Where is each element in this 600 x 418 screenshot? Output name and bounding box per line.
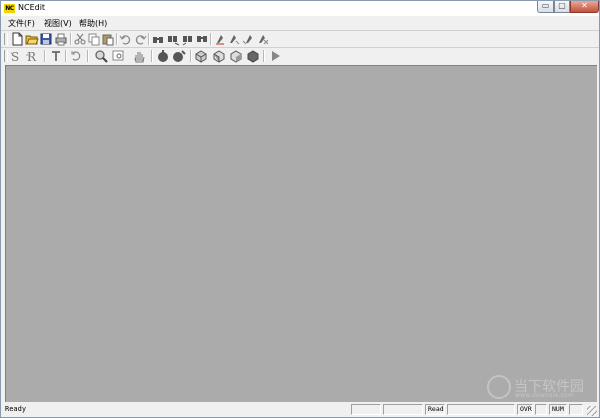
simulate-icon[interactable]: [156, 49, 170, 63]
zoom-window-icon[interactable]: [111, 49, 125, 63]
toolbar-separator: [116, 33, 118, 45]
view-front-icon[interactable]: [212, 49, 226, 63]
paste-icon[interactable]: [101, 32, 115, 46]
title-bar[interactable]: NC NCEdit ▭ ▢ ✕: [1, 1, 599, 16]
cnc-toolbar: S R: [1, 48, 599, 64]
menu-help[interactable]: 帮助(H): [79, 18, 107, 29]
close-button[interactable]: ✕: [570, 1, 599, 13]
svg-text:S: S: [11, 50, 19, 63]
menu-file[interactable]: 文件(F): [8, 18, 35, 29]
toolbar-separator: [190, 50, 192, 62]
cut-icon[interactable]: [73, 32, 87, 46]
status-pane-empty: [351, 404, 381, 415]
status-num: NUM: [549, 404, 567, 415]
app-logo-icon: NC: [4, 4, 15, 13]
status-bar: Ready Read OVR NUM: [1, 403, 599, 417]
toolbar-separator: [148, 33, 150, 45]
find-next-icon[interactable]: [166, 32, 180, 46]
undo-icon[interactable]: [119, 32, 133, 46]
toolbar-separator: [65, 50, 67, 62]
editor-workspace[interactable]: [5, 65, 597, 402]
menu-view[interactable]: 视图(V): [44, 18, 72, 29]
print-icon[interactable]: [54, 32, 68, 46]
simulate-step-icon[interactable]: [172, 49, 186, 63]
bookmark-toggle-icon[interactable]: [213, 32, 227, 46]
svg-text:R: R: [27, 50, 37, 63]
new-file-icon[interactable]: [10, 32, 24, 46]
watermark: 当下软件园 www.downxia.com: [487, 375, 597, 401]
standard-toolbar: [1, 31, 599, 47]
minimize-button[interactable]: ▭: [537, 1, 554, 13]
toolbar-grip[interactable]: [4, 33, 8, 45]
toolbar-separator: [210, 33, 212, 45]
rotate-icon[interactable]: [69, 49, 83, 63]
bookmark-prev-icon[interactable]: [241, 32, 255, 46]
view-top-icon[interactable]: [246, 49, 260, 63]
copy-icon[interactable]: [87, 32, 101, 46]
pan-hand-icon[interactable]: [132, 49, 146, 63]
redo-icon[interactable]: [133, 32, 147, 46]
status-pane-empty: [383, 404, 423, 415]
view-iso-icon[interactable]: [194, 49, 208, 63]
window-title: NCEdit: [18, 3, 46, 12]
bookmark-clear-icon[interactable]: [255, 32, 269, 46]
play-icon[interactable]: [268, 49, 282, 63]
toolbar-grip[interactable]: [4, 50, 8, 62]
syntax-check-icon[interactable]: S: [10, 49, 24, 63]
view-side-icon[interactable]: [229, 49, 243, 63]
toolbar-separator: [263, 50, 265, 62]
zoom-in-icon[interactable]: [94, 49, 108, 63]
tool-icon[interactable]: [49, 49, 63, 63]
status-ready-text: Ready: [5, 405, 27, 413]
toolbar-separator: [87, 50, 89, 62]
status-pane-empty: [447, 404, 515, 415]
app-window: NC NCEdit ▭ ▢ ✕ 文件(F) 视图(V) 帮助(H) S R 当下…: [0, 0, 600, 418]
watermark-url: www.downxia.com: [515, 392, 574, 399]
toolbar-separator: [70, 33, 72, 45]
open-folder-icon[interactable]: [25, 32, 39, 46]
menu-bar: 文件(F) 视图(V) 帮助(H): [1, 16, 599, 30]
find-prev-icon[interactable]: [181, 32, 195, 46]
renumber-icon[interactable]: R: [26, 49, 40, 63]
bookmark-next-icon[interactable]: [227, 32, 241, 46]
replace-icon[interactable]: [195, 32, 209, 46]
toolbar-separator: [44, 50, 46, 62]
size-grip[interactable]: [587, 406, 597, 416]
find-icon[interactable]: [151, 32, 165, 46]
status-mode: Read: [425, 404, 445, 415]
status-ovr: OVR: [517, 404, 533, 415]
status-pane-empty: [535, 404, 547, 415]
status-pane-empty: [569, 404, 583, 415]
maximize-button[interactable]: ▢: [554, 1, 570, 13]
toolbar-separator: [151, 50, 153, 62]
watermark-logo-icon: [487, 375, 511, 399]
save-icon[interactable]: [39, 32, 53, 46]
